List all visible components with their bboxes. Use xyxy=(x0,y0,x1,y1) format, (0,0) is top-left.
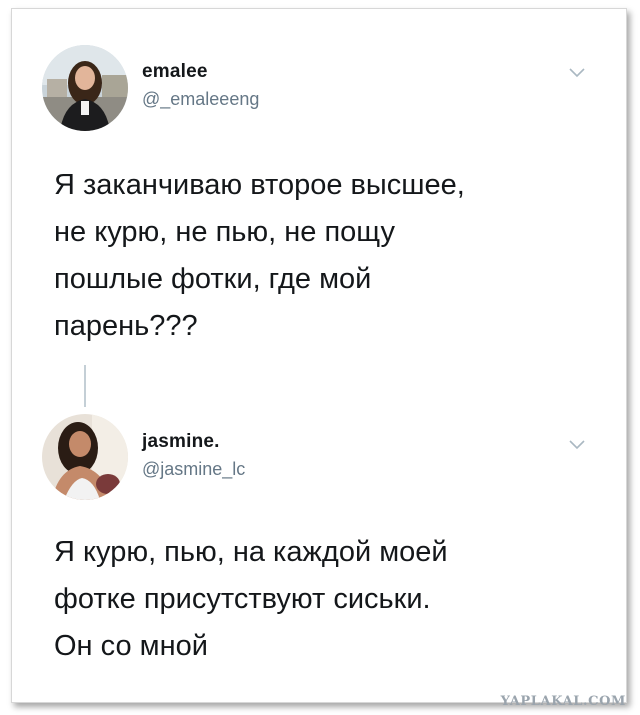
watermark: YAPLAKAL.COM xyxy=(500,694,626,709)
tweet-text-line: фотке присутствуют сиськи. xyxy=(54,583,431,615)
avatar[interactable] xyxy=(42,414,128,500)
thread-connector xyxy=(84,365,86,407)
tweet-text-line: Я курю, пью, на каждой моей xyxy=(54,536,448,568)
tweet-text-line: не курю, не пью, не пощу xyxy=(54,216,395,248)
display-name[interactable]: jasmine. xyxy=(142,431,220,453)
chevron-down-icon[interactable] xyxy=(568,439,586,451)
user-handle[interactable]: @jasmine_lc xyxy=(142,459,245,480)
tweet-text-line: пошлые фотки, где мой xyxy=(54,263,372,295)
display-name[interactable]: emalee xyxy=(142,61,208,83)
tweet-text: Я курю, пью, на каждой моей фотке присут… xyxy=(54,529,614,670)
tweet-text-line: Я заканчиваю второе высшее, xyxy=(54,169,465,201)
tweet-text-line: парень??? xyxy=(54,310,198,342)
tweet-text: Я заканчиваю второе высшее, не курю, не … xyxy=(54,162,614,350)
tweet-text-line: Он со мной xyxy=(54,630,208,662)
tweet-thread-card: emalee @_emaleeeng Я заканчиваю второе в… xyxy=(11,8,627,703)
chevron-down-icon[interactable] xyxy=(568,67,586,79)
avatar[interactable] xyxy=(42,45,128,131)
user-handle[interactable]: @_emaleeeng xyxy=(142,89,259,110)
